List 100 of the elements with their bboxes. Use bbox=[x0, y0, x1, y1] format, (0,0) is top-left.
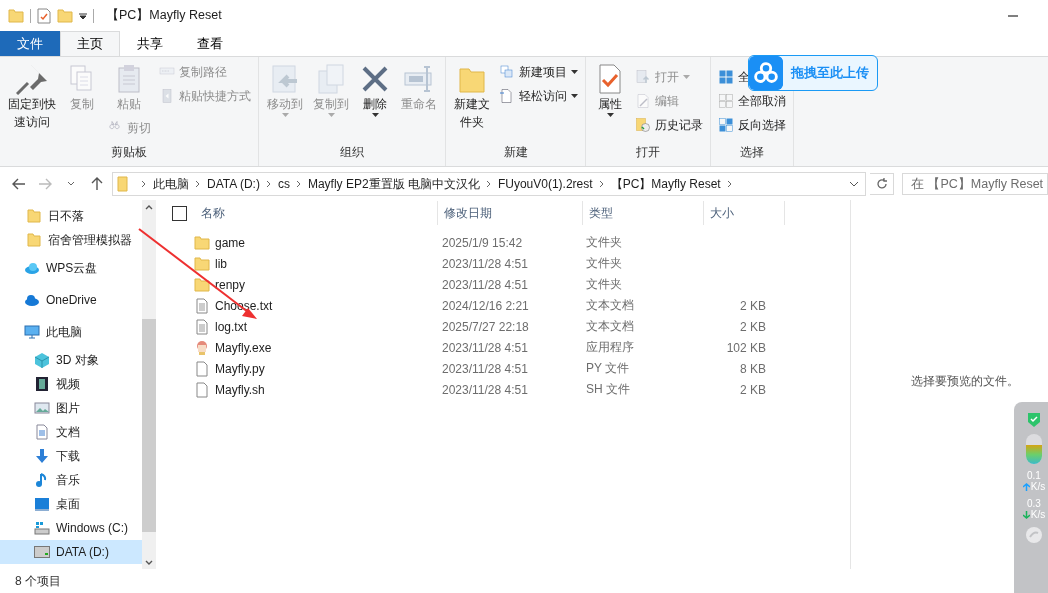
caret-icon bbox=[571, 70, 578, 74]
nav-item[interactable]: 日不落 bbox=[0, 204, 142, 228]
file-name[interactable]: renpy bbox=[215, 277, 246, 292]
ribbon-tab[interactable]: 查看 bbox=[180, 31, 240, 56]
column-header[interactable]: 类型 bbox=[583, 201, 704, 225]
ribbon-tab[interactable]: 共享 bbox=[120, 31, 180, 56]
address-field[interactable]: 此电脑 DATA (D:) cs Mayfly EP2重置版 电脑中文汉化 FUyouV0(1).2rest 【PC】Mayfly Reset bbox=[112, 172, 866, 196]
nav-item[interactable]: 音乐 bbox=[0, 468, 142, 492]
nav-item[interactable]: 宿舍管理模拟器 bbox=[0, 228, 142, 252]
ribbon-button[interactable]: 轻松访问 bbox=[497, 85, 580, 107]
download-speed: 0.3 bbox=[1027, 498, 1041, 509]
folder-icon bbox=[194, 234, 210, 251]
group-label: 剪贴板 bbox=[110, 144, 148, 161]
caret-icon bbox=[683, 75, 690, 79]
refresh-icon bbox=[875, 178, 888, 190]
scroll-up-icon[interactable] bbox=[145, 204, 153, 210]
caret-icon bbox=[281, 113, 289, 117]
table-cell-text: 2023/11/28 4:51 bbox=[441, 361, 529, 376]
ribbon-button[interactable]: 删除 bbox=[356, 61, 394, 119]
ribbon-button[interactable]: 固定到快速访问 bbox=[5, 61, 59, 133]
chevron-icon bbox=[265, 180, 272, 188]
scrollbar[interactable] bbox=[142, 200, 156, 569]
nav-item[interactable]: 视频 bbox=[0, 372, 142, 396]
table-cell: 8 KB bbox=[740, 361, 766, 376]
refresh-button[interactable] bbox=[870, 173, 894, 195]
open-icon bbox=[635, 69, 651, 85]
file-name[interactable]: game bbox=[215, 235, 246, 250]
shield-icon bbox=[1027, 412, 1041, 428]
back-arrow-icon bbox=[12, 178, 26, 190]
folder-icon bbox=[26, 232, 42, 248]
customize-dropdown-icon[interactable] bbox=[79, 11, 87, 20]
nav-item[interactable]: DATA (D:) bbox=[0, 540, 142, 564]
table-cell-text: 2023/11/28 4:51 bbox=[441, 340, 529, 355]
ribbon-tab[interactable]: 主页 bbox=[60, 31, 120, 56]
shortcut-icon bbox=[159, 88, 175, 104]
nav-item[interactable]: 下载 bbox=[0, 444, 142, 468]
chevron-icon bbox=[141, 180, 147, 188]
nav-item[interactable]: 桌面 bbox=[0, 492, 142, 516]
new-item-icon bbox=[499, 64, 515, 80]
table-cell: 102 KB bbox=[726, 340, 766, 355]
drive-icon bbox=[34, 544, 50, 560]
ribbon-button[interactable]: 全部取消 bbox=[716, 90, 788, 112]
breadcrumb[interactable]: cs bbox=[273, 177, 294, 191]
upload-speed: 0.1 bbox=[1027, 470, 1041, 481]
ribbon-button[interactable]: 属性 bbox=[591, 61, 629, 119]
window-title: 【PC】Mayfly Reset bbox=[106, 7, 223, 24]
ribbon-button[interactable]: 历史记录 bbox=[633, 114, 705, 136]
breadcrumb[interactable]: 此电脑 bbox=[149, 175, 193, 193]
caret-icon bbox=[371, 113, 379, 117]
nav-item[interactable]: Windows (C:) bbox=[0, 516, 142, 540]
caret-icon bbox=[327, 113, 335, 117]
nav-item[interactable]: 3D 对象 bbox=[0, 348, 142, 372]
nav-item[interactable]: 此电脑 bbox=[0, 316, 142, 348]
breadcrumb[interactable]: DATA (D:) bbox=[203, 177, 264, 191]
ribbon-button[interactable]: 新建项目 bbox=[497, 61, 580, 83]
file-name[interactable]: Mayfly.py bbox=[215, 361, 265, 376]
chevron-down-icon[interactable] bbox=[849, 181, 859, 187]
file-name[interactable]: log.txt bbox=[215, 319, 247, 334]
chevron-icon bbox=[295, 180, 302, 188]
file-icon bbox=[194, 381, 210, 398]
nav-item[interactable]: 文档 bbox=[0, 420, 142, 444]
ribbon-tab[interactable]: 文件 bbox=[0, 31, 60, 56]
column-header[interactable]: 大小 bbox=[704, 201, 785, 225]
cube-icon bbox=[34, 352, 50, 368]
nav-item[interactable]: OneDrive bbox=[0, 284, 142, 316]
drive-icon bbox=[34, 520, 50, 536]
table-cell-text: 2023/11/28 4:51 bbox=[441, 277, 529, 292]
file-name[interactable]: Mayfly.sh bbox=[215, 382, 265, 397]
breadcrumb[interactable]: Mayfly EP2重置版 电脑中文汉化 bbox=[303, 175, 484, 193]
ribbon-button[interactable]: 反向选择 bbox=[716, 114, 788, 136]
breadcrumb[interactable]: FUyouV0(1).2rest bbox=[493, 177, 597, 191]
select-all-checkbox[interactable] bbox=[172, 205, 187, 221]
copy-to-icon bbox=[315, 63, 347, 95]
file-name[interactable]: lib bbox=[215, 256, 227, 271]
column-header[interactable]: 修改日期 bbox=[438, 201, 583, 225]
scroll-down-icon[interactable] bbox=[145, 559, 153, 565]
rename-icon bbox=[403, 63, 435, 95]
nav-item[interactable]: WPS云盘 bbox=[0, 252, 142, 284]
folder-icon bbox=[57, 7, 73, 24]
meter bbox=[1026, 434, 1042, 464]
table-cell-text: 2024/12/16 2:21 bbox=[441, 298, 530, 313]
breadcrumb[interactable]: 【PC】Mayfly Reset bbox=[606, 175, 725, 193]
folder-icon bbox=[8, 7, 24, 24]
search-field[interactable]: 在 【PC】Mayfly Reset bbox=[902, 173, 1048, 195]
properties-icon[interactable] bbox=[37, 7, 51, 24]
chevron-icon bbox=[485, 180, 492, 188]
text-file-icon bbox=[194, 297, 210, 314]
column-header[interactable]: 名称 bbox=[195, 201, 438, 225]
caret-icon bbox=[571, 94, 578, 98]
table-cell-text: SH 文件 bbox=[585, 381, 631, 398]
table-cell: 2 KB bbox=[740, 319, 766, 334]
desktop-icon bbox=[34, 496, 50, 512]
nav-item[interactable]: 图片 bbox=[0, 396, 142, 420]
app-icon bbox=[194, 339, 210, 356]
ribbon-button[interactable]: 新建文件夹 bbox=[451, 61, 493, 133]
table-cell-text: 2025/7/27 22:18 bbox=[441, 319, 530, 334]
forward-arrow-icon bbox=[38, 178, 52, 190]
file-name[interactable]: Mayfly.exe bbox=[215, 340, 272, 355]
speed-unit: K/s bbox=[1030, 481, 1046, 492]
table-cell-text: 文件夹 bbox=[585, 234, 623, 251]
